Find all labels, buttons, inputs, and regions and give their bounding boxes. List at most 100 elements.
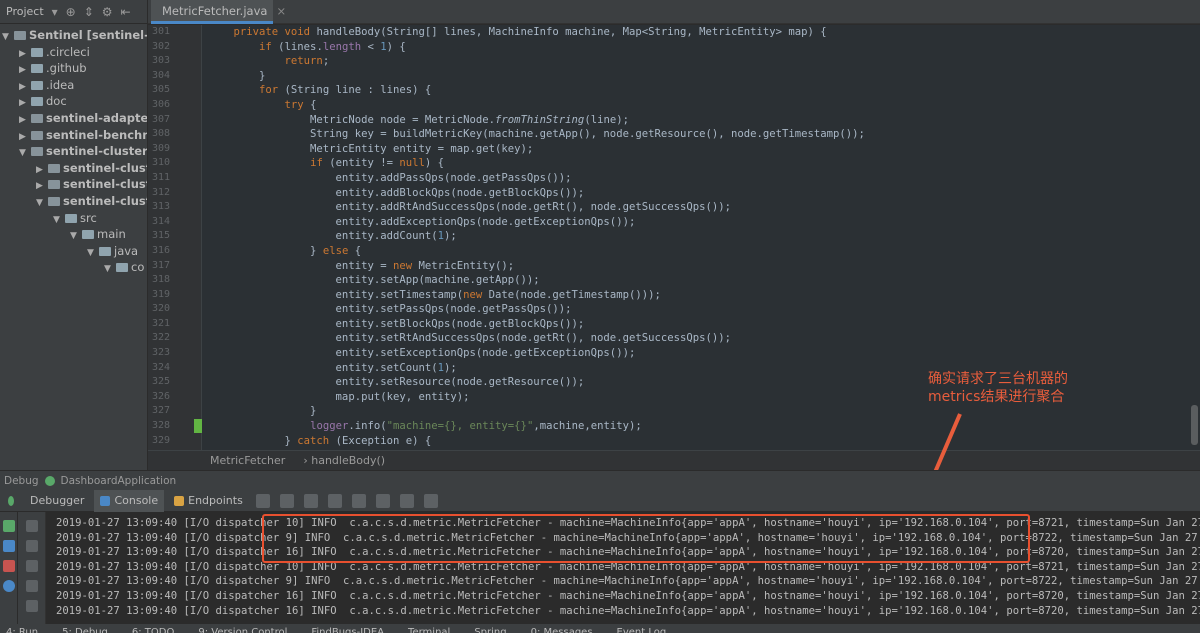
log-line: 2019-01-27 13:09:40 [I/O dispatcher 16] … bbox=[56, 604, 1200, 617]
up-icon[interactable] bbox=[26, 520, 38, 532]
evaluate-icon[interactable] bbox=[423, 493, 438, 508]
target-icon[interactable]: ⊕ bbox=[66, 5, 76, 19]
tree-item[interactable]: ▼ java bbox=[0, 243, 147, 260]
gear-icon[interactable]: ⚙ bbox=[102, 5, 113, 19]
chevron-down-icon[interactable]: ▾ bbox=[52, 5, 58, 19]
tree-item[interactable]: ▼ sentinel-cluster bbox=[0, 143, 147, 160]
close-icon[interactable]: × bbox=[276, 4, 286, 18]
tree-item[interactable]: ▶ .github bbox=[0, 60, 147, 77]
hide-icon[interactable]: ⇤ bbox=[121, 5, 131, 19]
tool-window-button[interactable]: 5: Debug bbox=[62, 624, 108, 633]
tree-item-label: src bbox=[80, 210, 97, 225]
chevron-down-icon[interactable]: ▼ bbox=[104, 261, 116, 278]
tree-item-label: .idea bbox=[46, 77, 75, 92]
line-number: 308 bbox=[152, 128, 171, 140]
tool-window-button[interactable]: Spring bbox=[474, 624, 506, 633]
breadcrumb-method[interactable]: › handleBody() bbox=[303, 454, 385, 467]
drop-frame-icon[interactable] bbox=[375, 493, 390, 508]
soft-wrap-icon[interactable] bbox=[26, 560, 38, 572]
tab-endpoints[interactable]: Endpoints bbox=[168, 490, 249, 512]
tree-item[interactable]: ▶sentinel-cluste bbox=[0, 176, 147, 193]
print-icon[interactable] bbox=[26, 580, 38, 592]
tree-item-label: sentinel-cluste bbox=[63, 193, 147, 208]
folder-icon bbox=[82, 230, 94, 240]
step-out-icon[interactable] bbox=[351, 493, 366, 508]
tree-item[interactable]: ▼sentinel-cluste bbox=[0, 193, 147, 210]
tool-window-bar: 4: Run 5: Debug 6: TODO 9: Version Control F… bbox=[0, 624, 1200, 633]
code-line: entity.addRtAndSuccessQps(node.getRt(), … bbox=[208, 201, 731, 214]
line-number: 312 bbox=[152, 186, 171, 198]
down-icon[interactable] bbox=[26, 540, 38, 552]
tree-item-label: sentinel-cluste bbox=[63, 160, 147, 175]
tool-window-button[interactable]: Terminal bbox=[408, 624, 450, 633]
tree-item[interactable]: ▼ src bbox=[0, 210, 147, 227]
tool-window-button[interactable]: FindBugs-IDEA bbox=[311, 624, 384, 633]
folder-icon bbox=[99, 246, 111, 256]
tool-window-button[interactable]: 6: TODO bbox=[132, 624, 174, 633]
step-over-icon[interactable] bbox=[279, 493, 294, 508]
tree-item[interactable]: ▶ .circleci bbox=[0, 44, 147, 61]
tab-label: MetricFetcher.java bbox=[162, 3, 268, 18]
tree-item-label: sentinel-benchma bbox=[46, 127, 147, 142]
globe-icon[interactable] bbox=[3, 580, 15, 592]
line-number: 322 bbox=[152, 332, 171, 344]
code-line: } else { bbox=[208, 244, 362, 257]
line-number: 315 bbox=[152, 230, 171, 242]
line-number: 326 bbox=[152, 390, 171, 402]
step-into-icon[interactable] bbox=[303, 493, 318, 508]
tool-window-button[interactable]: 9: Version Control bbox=[198, 624, 287, 633]
code-line: entity.setBlockQps(node.getBlockQps()); bbox=[208, 317, 585, 330]
line-number: 313 bbox=[152, 201, 171, 213]
tree-item[interactable]: ▼ main bbox=[0, 226, 147, 243]
rerun-icon[interactable] bbox=[2, 490, 20, 512]
resume-icon[interactable] bbox=[3, 520, 15, 532]
tab-console[interactable]: Console bbox=[94, 489, 165, 512]
line-number: 316 bbox=[152, 244, 171, 256]
pause-icon[interactable] bbox=[3, 540, 15, 552]
tab-metricfetcher[interactable]: MetricFetcher.java × bbox=[151, 0, 286, 24]
line-number: 304 bbox=[152, 69, 171, 81]
tree-item[interactable]: ▶ sentinel-adapter bbox=[0, 110, 147, 127]
run-config-tab[interactable]: DashboardApplication bbox=[61, 475, 177, 487]
line-number: 324 bbox=[152, 361, 171, 373]
line-number: 325 bbox=[152, 376, 171, 388]
tree-item-label: co bbox=[131, 260, 145, 275]
tool-window-button[interactable]: 4: Run bbox=[6, 624, 38, 633]
editor-scrollbar[interactable] bbox=[1191, 405, 1198, 445]
console-side-toolbar bbox=[18, 512, 46, 633]
tree-item-label: sentinel-adapter bbox=[46, 110, 148, 125]
tree-item[interactable]: ▶ .idea bbox=[0, 77, 147, 94]
debug-header: Debug DashboardApplication bbox=[0, 470, 1200, 490]
project-toolbar: Project ▾ ⊕ ⇕ ⚙ ⇤ bbox=[0, 0, 147, 24]
force-step-into-icon[interactable] bbox=[327, 493, 342, 508]
tree-item[interactable]: ▶ doc bbox=[0, 93, 147, 110]
clear-icon[interactable] bbox=[26, 600, 38, 612]
show-execution-point-icon[interactable] bbox=[255, 493, 270, 508]
code-line: for (String line : lines) { bbox=[259, 84, 432, 97]
run-to-cursor-icon[interactable] bbox=[399, 493, 414, 508]
tree-item-label: main bbox=[97, 227, 126, 242]
breadcrumb-class[interactable]: MetricFetcher bbox=[210, 454, 285, 467]
tree-item[interactable]: ▶sentinel-cluste bbox=[0, 160, 147, 177]
tree-item[interactable]: ▼ co bbox=[0, 259, 147, 276]
line-number: 321 bbox=[152, 317, 171, 329]
tool-window-button[interactable]: 0: Messages bbox=[531, 624, 593, 633]
breadcrumb: MetricFetcher › handleBody() bbox=[148, 450, 1200, 470]
line-number: 327 bbox=[152, 405, 171, 417]
collapse-icon[interactable]: ⇕ bbox=[84, 5, 94, 19]
tree-item-label: doc bbox=[46, 94, 67, 109]
code-line: return; bbox=[284, 55, 330, 68]
project-tree: ▼Sentinel [sentinel-par▶.circleci▶.githu… bbox=[0, 24, 147, 276]
code-line: entity.setRtAndSuccessQps(node.getRt(), … bbox=[208, 332, 731, 345]
tab-debugger[interactable]: Debugger bbox=[24, 490, 90, 512]
folder-icon bbox=[48, 163, 60, 173]
stop-icon[interactable] bbox=[3, 560, 15, 572]
debug-tabs: Debugger Console Endpoints bbox=[0, 489, 1200, 512]
tool-window-button[interactable]: Event Log bbox=[617, 624, 667, 633]
code-line: entity = new MetricEntity(); bbox=[208, 259, 515, 272]
line-gutter: 301 302 303 304 305 306 307 308 309 310 311 312 313 3… bbox=[148, 25, 202, 450]
project-view-selector[interactable]: Project bbox=[6, 5, 44, 18]
tree-item[interactable]: ▼Sentinel [sentinel-par bbox=[0, 27, 147, 44]
tree-item-label: Sentinel bbox=[29, 28, 83, 42]
tree-item[interactable]: ▶sentinel-benchma bbox=[0, 127, 147, 144]
